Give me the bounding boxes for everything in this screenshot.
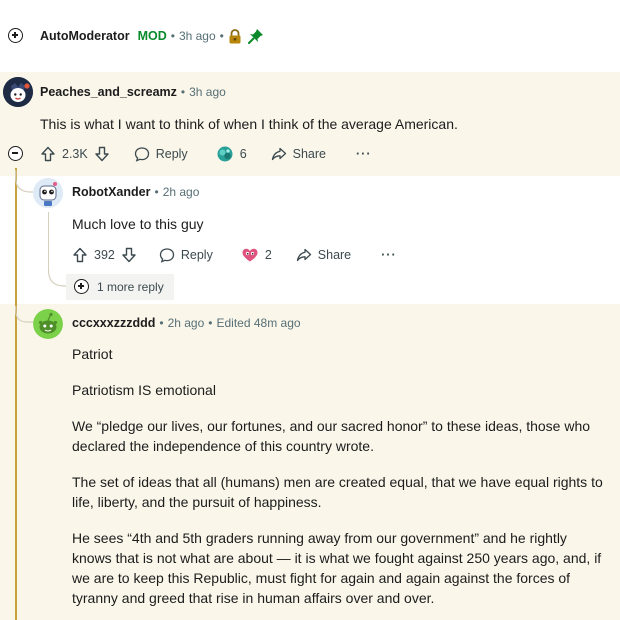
upvote-icon xyxy=(41,146,55,162)
lock-icon xyxy=(228,28,242,44)
comment-header: Peaches_and_screamz • 3h ago xyxy=(40,82,226,102)
downvote-button[interactable] xyxy=(94,146,110,162)
comment-body: Patriot Patriotism IS emotional We “pled… xyxy=(72,344,608,620)
separator-dot: • xyxy=(154,185,159,199)
more-button[interactable]: ··· xyxy=(381,248,397,262)
comment-time: 3h ago xyxy=(189,85,226,99)
comment-paragraph: Patriot xyxy=(72,346,113,362)
upvote-icon xyxy=(73,247,87,263)
award-count: 2 xyxy=(264,248,272,262)
reply-label: Reply xyxy=(180,248,213,262)
comment-time: 2h ago xyxy=(162,185,200,199)
thread-line-gold xyxy=(15,168,17,620)
award-count: 6 xyxy=(239,147,247,161)
comment-author[interactable]: RobotXander xyxy=(72,185,150,199)
mod-badge: MOD xyxy=(137,29,167,43)
award-button[interactable]: 6 xyxy=(216,145,247,163)
reply-button[interactable]: Reply xyxy=(159,247,213,263)
more-replies-label[interactable]: 1 more reply xyxy=(97,280,164,294)
comment-paragraph: He sees “4th and 5th graders running awa… xyxy=(72,530,602,606)
comment-time: 2h ago xyxy=(167,316,205,330)
more-icon: ··· xyxy=(356,147,372,161)
share-button[interactable]: Share xyxy=(271,146,326,162)
more-icon: ··· xyxy=(381,248,397,262)
expand-icon[interactable] xyxy=(8,28,23,43)
share-label: Share xyxy=(292,147,326,161)
award-button[interactable]: 2 xyxy=(241,246,272,264)
upvote-button[interactable]: 392 xyxy=(72,247,115,263)
reply-button[interactable]: Reply xyxy=(134,146,188,162)
separator-dot: • xyxy=(159,316,164,330)
more-replies-link[interactable]: 1 more reply xyxy=(97,278,164,296)
downvote-icon xyxy=(122,247,136,263)
upvote-button[interactable]: 2.3K xyxy=(40,146,88,162)
comment-header: RobotXander • 2h ago xyxy=(72,182,199,202)
comment-header: cccxxxzzzddd • 2h ago • Edited 48m ago xyxy=(72,313,301,333)
upvote-count: 392 xyxy=(94,248,115,262)
award-icon xyxy=(242,248,258,262)
avatar[interactable] xyxy=(33,178,63,208)
expand-replies-icon[interactable] xyxy=(74,279,89,294)
comment-author[interactable]: cccxxxzzzddd xyxy=(72,316,155,330)
upvote-count: 2.3K xyxy=(62,147,88,161)
comment-paragraph: The set of ideas that all (humans) men a… xyxy=(72,474,603,510)
downvote-button[interactable] xyxy=(121,247,137,263)
comment-paragraph: Patriotism IS emotional xyxy=(72,382,216,398)
share-icon xyxy=(271,147,286,161)
share-label: Share xyxy=(317,248,352,262)
separator-dot: • xyxy=(208,316,213,330)
automod-time: 3h ago xyxy=(178,29,216,43)
automod-author[interactable]: AutoModerator xyxy=(40,29,130,43)
separator-dot: • xyxy=(170,29,175,43)
comment-text: This is what I want to think of when I t… xyxy=(40,116,458,132)
separator-dot: • xyxy=(180,85,186,99)
comment-text: Much love to this guy xyxy=(72,216,204,232)
pin-icon xyxy=(247,28,264,44)
avatar[interactable] xyxy=(33,309,63,339)
share-button[interactable]: Share xyxy=(296,247,351,263)
more-button[interactable]: ··· xyxy=(356,147,372,161)
thread-line-reply xyxy=(48,212,49,272)
share-icon xyxy=(296,248,311,262)
comment-paragraph: We “pledge our lives, our fortunes, and … xyxy=(72,418,591,454)
edited-label: Edited 48m ago xyxy=(216,316,301,330)
award-icon xyxy=(217,146,233,162)
comment-author[interactable]: Peaches_and_screamz xyxy=(40,85,177,99)
comment-actions: 2.3K Reply 6 Share ··· xyxy=(40,143,372,165)
automod-header: AutoModerator MOD • 3h ago • xyxy=(40,26,264,46)
reply-label: Reply xyxy=(155,147,188,161)
comment-actions: 392 Reply 2 Share ··· xyxy=(72,244,397,266)
separator-dot: • xyxy=(219,29,224,43)
collapse-icon[interactable] xyxy=(8,146,23,161)
reply-icon xyxy=(134,147,149,162)
avatar[interactable] xyxy=(3,77,33,107)
downvote-icon xyxy=(95,146,109,162)
reply-icon xyxy=(159,248,175,263)
